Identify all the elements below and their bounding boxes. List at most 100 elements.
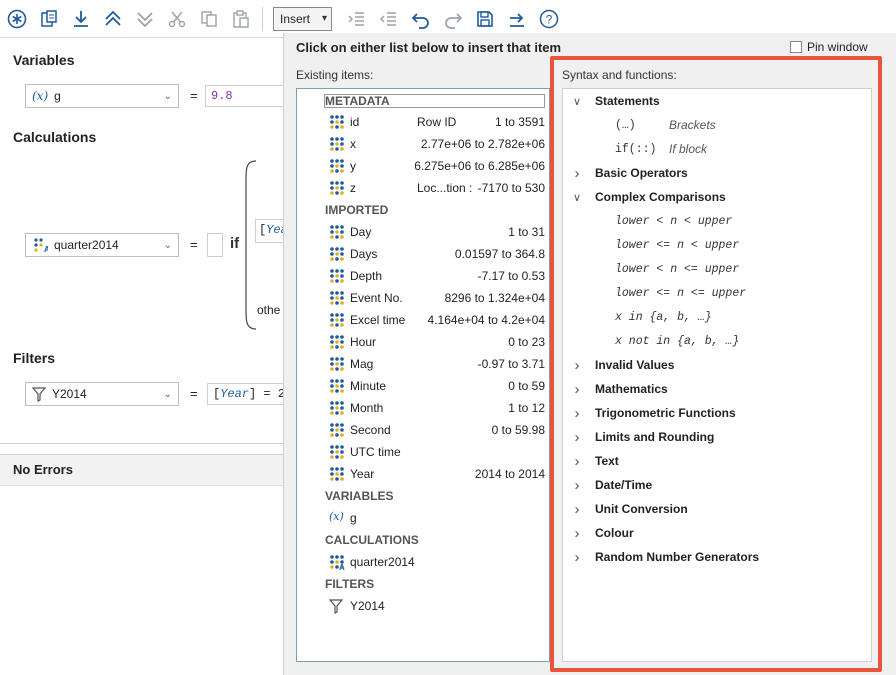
existing-label: Existing items: [296, 68, 374, 82]
outdent-icon[interactable] [378, 8, 400, 30]
item-name: y [350, 159, 356, 173]
export-icon[interactable] [506, 8, 528, 30]
attribute-icon [329, 444, 345, 460]
equals-sign: = [190, 237, 198, 252]
variables-title: Variables [13, 52, 75, 68]
list-item[interactable]: Excel time 4.164e+04 to 4.2e+04 [297, 309, 549, 331]
filter-value-field[interactable]: [Year] = 20 [207, 383, 287, 405]
variable-select[interactable]: (x) g ⌄ [25, 84, 179, 108]
item-range: 0 to 59.98 [491, 423, 545, 437]
item-name: Event No. [350, 291, 403, 305]
editor-panel: Variables (x) g ⌄ = 9.8 Calculations A q… [0, 39, 287, 675]
list-item[interactable]: Hour 0 to 23 [297, 331, 549, 353]
list-item[interactable]: z Loc...tion : -7170 to 530 [297, 177, 549, 199]
pin-label: Pin window [807, 40, 868, 54]
insert-dropdown[interactable]: Insert ▾ [273, 6, 333, 31]
highlight-frame [550, 56, 882, 672]
filters-title: Filters [13, 350, 56, 366]
item-name: Excel time [350, 313, 406, 327]
item-range: 8296 to 1.324e+04 [444, 291, 545, 305]
list-item[interactable]: Event No. 8296 to 1.324e+04 [297, 287, 549, 309]
attribute-icon [329, 224, 345, 240]
pin-checkbox[interactable] [790, 41, 802, 53]
copy-icon[interactable] [198, 8, 220, 30]
list-item[interactable]: Y2014 [297, 595, 549, 617]
list-item[interactable]: x 2.77e+06 to 2.782e+06 [297, 133, 549, 155]
save-icon[interactable] [474, 8, 496, 30]
chevron-down-icon: ⌄ [163, 91, 172, 102]
new-icon[interactable] [6, 8, 28, 30]
item-name: Days [350, 247, 378, 261]
list-item[interactable]: Year 2014 to 2014 [297, 463, 549, 485]
calculation-name: quarter2014 [54, 238, 119, 252]
paste-special-icon[interactable] [38, 8, 60, 30]
metadata-header: METADATA [325, 94, 390, 108]
redo-icon[interactable] [442, 8, 464, 30]
item-range: 4.164e+04 to 4.2e+04 [427, 313, 545, 327]
item-range: 1 to 31 [508, 225, 545, 239]
variable-icon: (x) [329, 510, 344, 523]
toolbar-separator [262, 6, 263, 31]
cut-icon[interactable] [166, 8, 188, 30]
attribute-icon [329, 290, 345, 306]
list-item[interactable]: id Row ID 1 to 3591 [297, 111, 549, 133]
item-range: -7.17 to 0.53 [477, 269, 545, 283]
list-item[interactable]: UTC time [297, 441, 549, 463]
help-icon[interactable]: ? [538, 8, 560, 30]
item-name: Minute [350, 379, 387, 393]
list-item[interactable]: (x) g [297, 507, 549, 529]
undo-icon[interactable] [410, 8, 432, 30]
item-range: 6.275e+06 to 6.285e+06 [414, 159, 545, 173]
existing-items-list: METADATA id Row ID 1 to 3591 x 2.77e+06 to 2… [296, 88, 550, 662]
filter-icon [32, 386, 46, 402]
item-name: Month [350, 401, 384, 415]
variable-icon: (x) [32, 89, 49, 103]
calculation-icon: A [329, 554, 345, 572]
paste-icon[interactable] [230, 8, 252, 30]
filter-select[interactable]: Y2014 ⌄ [25, 382, 179, 406]
popup-title: Click on either list below to insert tha… [296, 40, 562, 55]
filter-value-rest: ] = 20 [249, 387, 286, 401]
list-item[interactable]: Mag -0.97 to 3.71 [297, 353, 549, 375]
svg-text:A: A [44, 245, 48, 253]
divider [0, 443, 283, 444]
list-item[interactable]: Aquarter2014 [297, 551, 549, 573]
list-item[interactable]: Depth -7.17 to 0.53 [297, 265, 549, 287]
calc-if-keyword: if [230, 235, 240, 252]
attribute-icon [329, 312, 345, 328]
attribute-icon [329, 356, 345, 372]
list-item[interactable]: Minute 0 to 59 [297, 375, 549, 397]
calc-condition-field[interactable]: [Yea [255, 219, 285, 243]
item-range: 0 to 23 [508, 335, 545, 349]
errors-header: No Errors [0, 454, 283, 486]
calculation-select[interactable]: A quarter2014 ⌄ [25, 233, 179, 257]
filter-name: Y2014 [52, 387, 87, 401]
attribute-icon [329, 268, 345, 284]
item-name: Depth [350, 269, 383, 283]
list-item[interactable]: y 6.275e+06 to 6.285e+06 [297, 155, 549, 177]
pin-window-toggle[interactable]: Pin window [790, 40, 868, 54]
item-range: 2.77e+06 to 2.782e+06 [420, 137, 545, 151]
attribute-icon [329, 136, 345, 152]
item-range: 0 to 59 [508, 379, 545, 393]
filter-field-ref: Year [220, 387, 250, 401]
chevron-down-icon: ▾ [322, 13, 328, 24]
list-item[interactable]: Second 0 to 59.98 [297, 419, 549, 441]
item-type: Loc...tion : [417, 181, 473, 195]
download-icon[interactable] [70, 8, 92, 30]
list-item[interactable]: Days 0.01597 to 364.8 [297, 243, 549, 265]
variable-value-field[interactable]: 9.8 [205, 85, 285, 107]
move-up-icon[interactable] [102, 8, 124, 30]
list-item[interactable]: Day 1 to 31 [297, 221, 549, 243]
move-down-icon[interactable] [134, 8, 156, 30]
item-name: Year [350, 467, 375, 481]
item-name: g [350, 511, 357, 525]
calc-block-handle[interactable] [207, 233, 223, 257]
equals-sign: = [190, 88, 198, 103]
attribute-icon [329, 114, 345, 130]
indent-icon[interactable] [346, 8, 368, 30]
item-name: quarter2014 [350, 555, 415, 569]
imported-header: IMPORTED [325, 203, 389, 217]
list-item[interactable]: Month 1 to 12 [297, 397, 549, 419]
filter-icon [328, 598, 345, 614]
